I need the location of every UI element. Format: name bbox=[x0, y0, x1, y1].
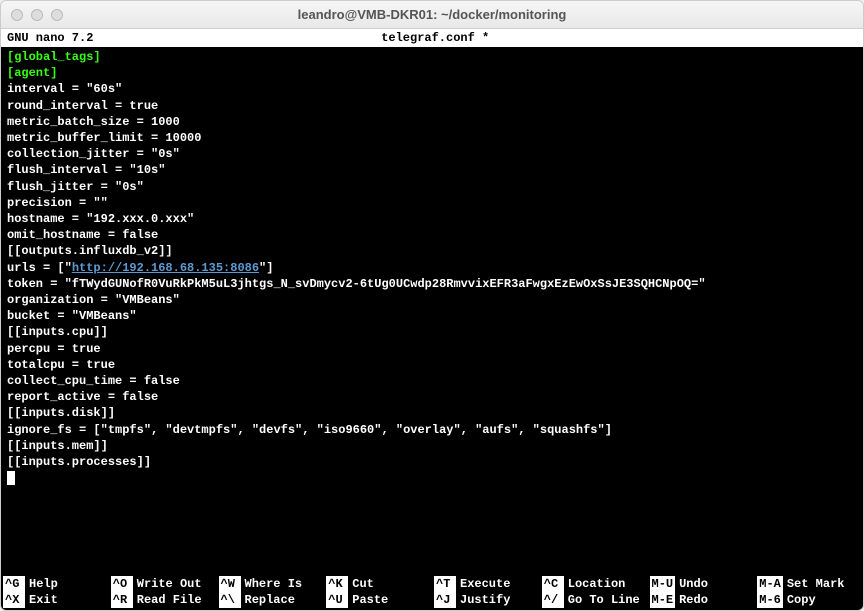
line-inputs-processes: [[inputs.processes]] bbox=[7, 455, 151, 469]
shortcut-label: Redo bbox=[679, 592, 708, 608]
shortcut-execute[interactable]: ^TExecute bbox=[434, 576, 538, 592]
line-omit-hostname: omit_hostname = false bbox=[7, 228, 158, 242]
line-flush-jitter: flush_jitter = "0s" bbox=[7, 180, 144, 194]
nano-shortcut-bar: ^GHelp ^OWrite Out ^WWhere Is ^KCut ^TEx… bbox=[1, 576, 863, 610]
key-label: M-A bbox=[757, 576, 783, 592]
line-hostname: hostname = "192.xxx.0.xxx" bbox=[7, 212, 194, 226]
shortcut-copy[interactable]: M-6Copy bbox=[757, 592, 861, 608]
nano-filename: telegraf.conf * bbox=[93, 30, 777, 46]
shortcut-label: Exit bbox=[29, 592, 58, 608]
key-label: ^C bbox=[542, 576, 564, 592]
close-icon[interactable] bbox=[11, 9, 23, 21]
key-label: ^O bbox=[111, 576, 133, 592]
shortcut-label: Write Out bbox=[137, 576, 202, 592]
shortcut-label: Go To Line bbox=[568, 592, 640, 608]
shortcut-label: Location bbox=[568, 576, 626, 592]
shortcut-label: Set Mark bbox=[787, 576, 845, 592]
minimize-icon[interactable] bbox=[31, 9, 43, 21]
shortcut-label: Execute bbox=[460, 576, 510, 592]
key-label: ^G bbox=[3, 576, 25, 592]
shortcut-help[interactable]: ^GHelp bbox=[3, 576, 107, 592]
line-inputs-mem: [[inputs.mem]] bbox=[7, 439, 108, 453]
key-label: ^U bbox=[326, 592, 348, 608]
shortcut-setmark[interactable]: M-ASet Mark bbox=[757, 576, 861, 592]
shortcut-cut[interactable]: ^KCut bbox=[326, 576, 430, 592]
shortcut-label: Justify bbox=[460, 592, 510, 608]
line-round-interval: round_interval = true bbox=[7, 99, 158, 113]
line-organization: organization = "VMBeans" bbox=[7, 293, 180, 307]
line-percpu: percpu = true bbox=[7, 342, 101, 356]
key-label: ^X bbox=[3, 592, 25, 608]
line-inputs-cpu: [[inputs.cpu]] bbox=[7, 325, 108, 339]
key-label: ^\ bbox=[219, 592, 241, 608]
zoom-icon[interactable] bbox=[51, 9, 63, 21]
shortcut-label: Cut bbox=[352, 576, 374, 592]
line-urls-suffix: "] bbox=[259, 261, 273, 275]
key-label: ^W bbox=[219, 576, 241, 592]
editor-body[interactable]: [global_tags] [agent] interval = "60s" r… bbox=[1, 47, 863, 576]
shortcut-redo[interactable]: M-ERedo bbox=[650, 592, 754, 608]
shortcut-justify[interactable]: ^JJustify bbox=[434, 592, 538, 608]
shortcut-gotoline[interactable]: ^/Go To Line bbox=[542, 592, 646, 608]
line-buffer-limit: metric_buffer_limit = 10000 bbox=[7, 131, 201, 145]
key-label: ^R bbox=[111, 592, 133, 608]
shortcut-label: Paste bbox=[352, 592, 388, 608]
line-batch-size: metric_batch_size = 1000 bbox=[7, 115, 180, 129]
terminal-area[interactable]: GNU nano 7.2 telegraf.conf * [global_tag… bbox=[1, 29, 863, 610]
line-bucket: bucket = "VMBeans" bbox=[7, 309, 137, 323]
line-token: token = "fTWydGUNofR0VuRkPkM5uL3jhtgs_N_… bbox=[7, 277, 706, 291]
shortcut-exit[interactable]: ^XExit bbox=[3, 592, 107, 608]
section-global-tags: [global_tags] bbox=[7, 50, 101, 64]
nano-header: GNU nano 7.2 telegraf.conf * bbox=[1, 29, 863, 47]
shortcut-writeout[interactable]: ^OWrite Out bbox=[111, 576, 215, 592]
key-label: ^/ bbox=[542, 592, 564, 608]
line-flush-interval: flush_interval = "10s" bbox=[7, 163, 165, 177]
cursor-icon bbox=[7, 471, 15, 485]
key-label: ^T bbox=[434, 576, 456, 592]
line-inputs-disk: [[inputs.disk]] bbox=[7, 406, 115, 420]
shortcut-label: Replace bbox=[245, 592, 295, 608]
line-ignore-fs: ignore_fs = ["tmpfs", "devtmpfs", "devfs… bbox=[7, 423, 612, 437]
line-outputs-influxdb: [[outputs.influxdb_v2]] bbox=[7, 244, 173, 258]
shortcut-undo[interactable]: M-UUndo bbox=[650, 576, 754, 592]
key-label: M-E bbox=[650, 592, 676, 608]
line-urls-prefix: urls = [" bbox=[7, 261, 72, 275]
key-label: ^K bbox=[326, 576, 348, 592]
window-controls bbox=[11, 9, 63, 21]
shortcut-label: Help bbox=[29, 576, 58, 592]
shortcut-label: Read File bbox=[137, 592, 202, 608]
line-precision: precision = "" bbox=[7, 196, 108, 210]
line-totalcpu: totalcpu = true bbox=[7, 358, 115, 372]
window-title: leandro@VMB-DKR01: ~/docker/monitoring bbox=[11, 7, 853, 22]
line-interval: interval = "60s" bbox=[7, 82, 122, 96]
line-report-active: report_active = false bbox=[7, 390, 158, 404]
nano-header-right bbox=[777, 30, 857, 46]
terminal-window: leandro@VMB-DKR01: ~/docker/monitoring G… bbox=[0, 0, 864, 611]
shortcut-label: Where Is bbox=[245, 576, 303, 592]
key-label: M-6 bbox=[757, 592, 783, 608]
shortcut-label: Copy bbox=[787, 592, 816, 608]
window-titlebar[interactable]: leandro@VMB-DKR01: ~/docker/monitoring bbox=[1, 1, 863, 29]
section-agent: [agent] bbox=[7, 66, 57, 80]
shortcut-paste[interactable]: ^UPaste bbox=[326, 592, 430, 608]
key-label: M-U bbox=[650, 576, 676, 592]
shortcut-readfile[interactable]: ^RRead File bbox=[111, 592, 215, 608]
key-label: ^J bbox=[434, 592, 456, 608]
shortcut-whereis[interactable]: ^WWhere Is bbox=[219, 576, 323, 592]
shortcut-label: Undo bbox=[679, 576, 708, 592]
shortcut-replace[interactable]: ^\Replace bbox=[219, 592, 323, 608]
nano-version: GNU nano 7.2 bbox=[7, 30, 93, 46]
shortcut-location[interactable]: ^CLocation bbox=[542, 576, 646, 592]
line-collect-cpu-time: collect_cpu_time = false bbox=[7, 374, 180, 388]
line-collection-jitter: collection_jitter = "0s" bbox=[7, 147, 180, 161]
influx-url-link[interactable]: http://192.168.68.135:8086 bbox=[72, 261, 259, 275]
